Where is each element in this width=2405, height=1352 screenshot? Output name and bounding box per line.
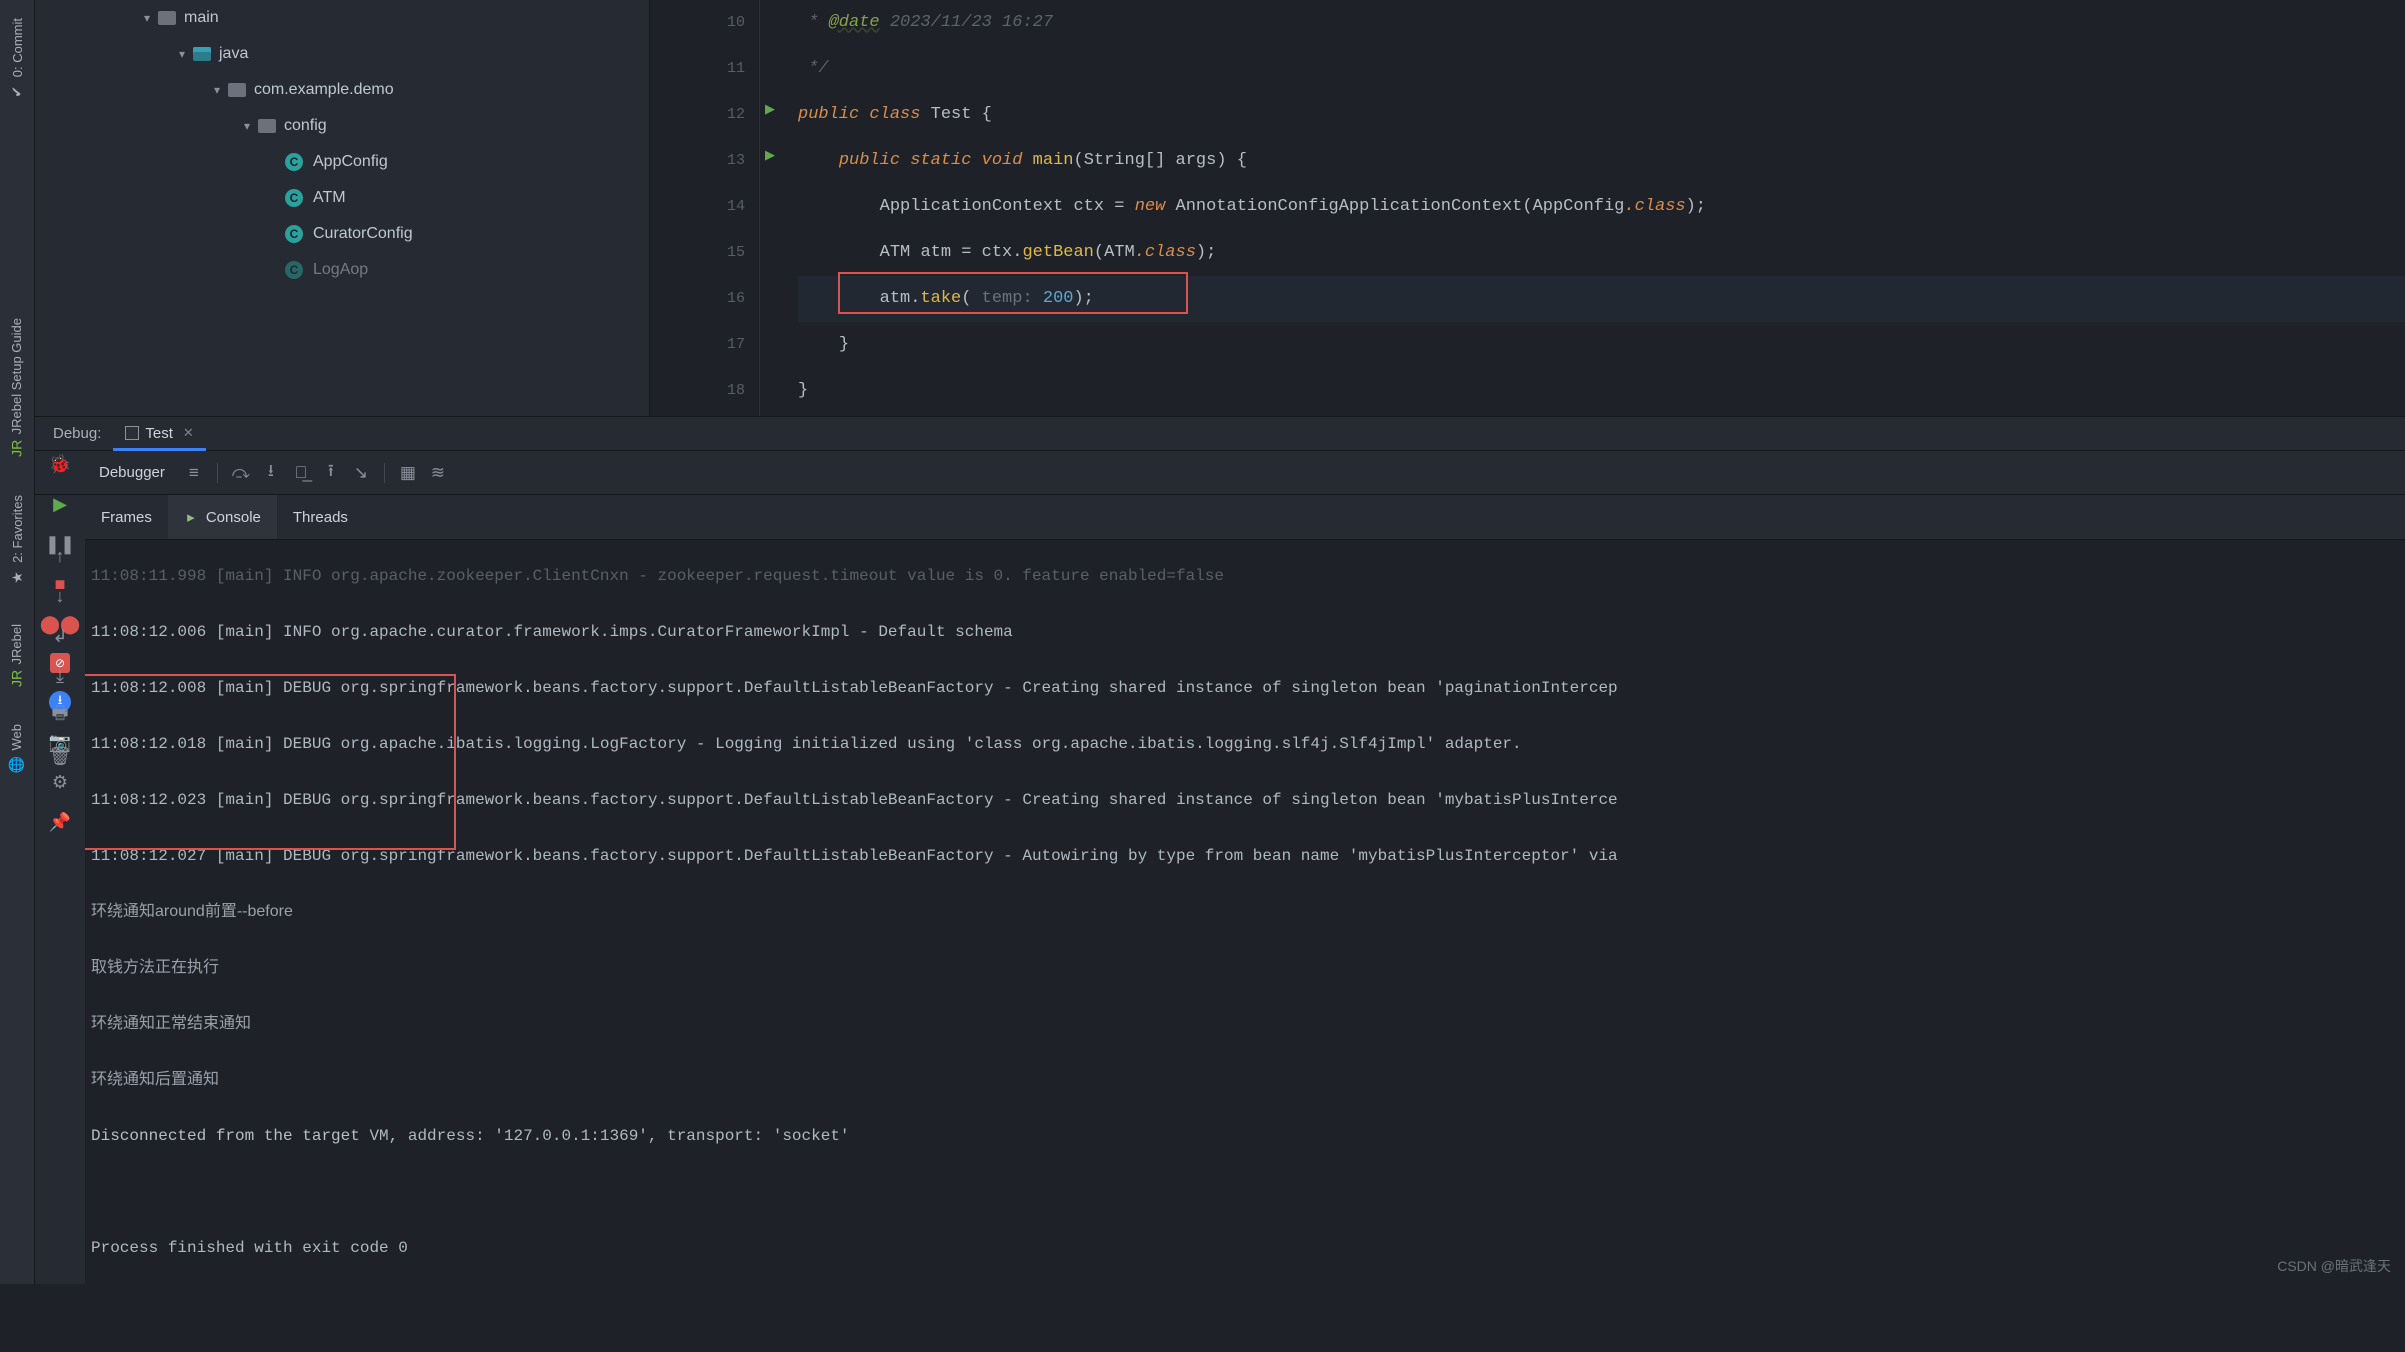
tree-label: java [219,45,248,63]
scroll-end-icon[interactable]: ⤓ [47,665,73,687]
console-line: Process finished with exit code 0 [91,1234,2399,1262]
console-line [91,1178,2399,1206]
trace-icon[interactable]: ≋ [423,458,453,488]
layout-icon[interactable]: ≡ [179,458,209,488]
step-over-icon[interactable]: ⤼ [226,458,256,488]
tree-label: com.example.demo [254,81,394,99]
debugger-label[interactable]: Debugger [85,464,179,481]
tree-label: CuratorConfig [313,225,413,243]
tree-row[interactable]: C AppConfig [35,144,649,180]
tree-label: LogAop [313,261,368,279]
step-into-icon[interactable]: ⭳ [256,458,286,488]
class-icon: C [285,261,303,279]
resume-icon[interactable]: ▶ [47,493,73,515]
tree-label: ATM [313,189,346,207]
up-icon[interactable]: ↑ [47,545,73,567]
tree-row[interactable]: C CuratorConfig [35,216,649,252]
console-output[interactable]: 11:08:11.998 [main] INFO org.apache.zook… [85,539,2405,1352]
console-line: 取钱方法正在执行 [91,954,2399,982]
jrebel-icon: JR [9,440,25,457]
watermark: CSDN @暗武逢天 [2277,1256,2391,1276]
debug-header: Debug: Test ✕ [35,417,2405,451]
console-line: 11:08:12.006 [main] INFO org.apache.cura… [91,618,2399,646]
tree-row[interactable]: ▾ com.example.demo [35,72,649,108]
line-number: 17 [650,322,745,368]
console-line: Disconnected from the target VM, address… [91,1122,2399,1150]
down-icon[interactable]: ↓ [47,585,73,607]
clear-icon[interactable]: 🗑 [47,745,73,767]
class-icon: C [285,153,303,171]
package-icon [258,119,276,133]
console-line: 环绕通知正常结束通知 [91,1010,2399,1038]
tree-row[interactable]: ▾ java [35,36,649,72]
web-tool[interactable]: 🌐 Web [8,724,25,774]
console-line: 11:08:12.018 [main] DEBUG org.apache.iba… [91,730,2399,758]
debug-tab-label: Test [145,425,173,442]
class-icon: C [285,189,303,207]
tree-label: config [284,117,327,135]
console-line: 11:08:11.998 [main] INFO org.apache.zook… [91,562,2399,590]
commit-tool[interactable]: ✔ 0: Commit [10,18,25,100]
star-icon: ★ [9,571,26,584]
tab-console[interactable]: ▸ Console [168,495,277,539]
line-number: 14 [650,184,745,230]
tree-row[interactable]: C LogAop [35,252,649,288]
line-number: 18 [650,368,745,414]
chevron-down-icon: ▾ [140,11,154,25]
soft-wrap-icon[interactable]: ↲ [47,625,73,647]
jrebel-setup-tool[interactable]: JR JRebel Setup Guide [8,318,25,456]
line-gutter: 10 11 12 13 14 15 16 17 18 ▶ ▶ [650,0,760,416]
chevron-down-icon: ▾ [175,47,189,61]
debug-tabs: Frames ▸ Console Threads [35,495,2405,539]
class-icon: C [285,225,303,243]
favorites-tool[interactable]: ★ 2: Favorites [10,495,25,586]
console-line: 环绕通知后置通知 [91,1066,2399,1094]
debug-run-tab[interactable]: Test ✕ [113,419,205,451]
tree-row[interactable]: C ATM [35,180,649,216]
app-icon [125,426,139,440]
console-line: 11:08:12.023 [main] DEBUG org.springfram… [91,786,2399,814]
folder-icon [193,47,211,61]
web-icon: 🌐 [9,756,26,773]
evaluate-icon[interactable]: ▦ [393,458,423,488]
line-number: 11 [650,46,745,92]
code-area[interactable]: * @date 2023/11/23 16:27 */ public class… [760,0,2405,416]
line-number: 15 [650,230,745,276]
console-actions: ↑ ↓ ↲ ⤓ 🖶 🗑 [35,539,85,1352]
debugger-toolbar: Debugger ≡ ⤼ ⭳ ⭳̲ ⭱ ↘ ▦ ≋ [35,451,2405,495]
project-tree: ▾ main ▾ java ▾ com.example.demo ▾ confi… [35,0,650,416]
bug-icon[interactable]: 🐞 [47,453,73,475]
drop-frame-icon[interactable]: ↘ [346,458,376,488]
chevron-down-icon: ▾ [210,83,224,97]
force-step-into-icon[interactable]: ⭳̲ [286,458,316,488]
tree-label: main [184,9,219,27]
step-out-icon[interactable]: ⭱ [316,458,346,488]
chevron-down-icon: ▾ [240,119,254,133]
line-number: 16 [650,276,745,322]
console-icon: ▸ [184,510,198,524]
package-icon [228,83,246,97]
tree-label: AppConfig [313,153,388,171]
tab-frames[interactable]: Frames [85,495,168,539]
line-number: 10 [650,0,745,46]
tab-threads[interactable]: Threads [277,495,364,539]
tree-row[interactable]: ▾ main [35,0,649,36]
jrebel-tool[interactable]: JR JRebel [8,624,25,686]
debug-title: Debug: [41,425,113,442]
line-number: 12 [650,92,745,138]
print-icon[interactable]: 🖶 [47,705,73,727]
console-line: 11:08:12.008 [main] DEBUG org.springfram… [91,674,2399,702]
line-number: 13 [650,138,745,184]
jrebel-icon: JR [9,669,25,686]
console-line: 11:08:12.027 [main] DEBUG org.springfram… [91,842,2399,870]
folder-icon [158,11,176,25]
left-tool-strip: ✔ 0: Commit JR JRebel Setup Guide ★ 2: F… [0,0,35,1284]
commit-icon: ✔ [8,86,25,98]
code-editor[interactable]: 10 11 12 13 14 15 16 17 18 ▶ ▶ * @date 2… [650,0,2405,416]
console-line: 环绕通知around前置--before [91,898,2399,926]
close-icon[interactable]: ✕ [183,425,194,441]
debug-panel: Debug: Test ✕ 🐞 ▶ ❚❚ ■ ⬤⬤ ⊘ ⭳ 📷 ⚙ 📌 Debu… [35,416,2405,1284]
tree-row[interactable]: ▾ config [35,108,649,144]
